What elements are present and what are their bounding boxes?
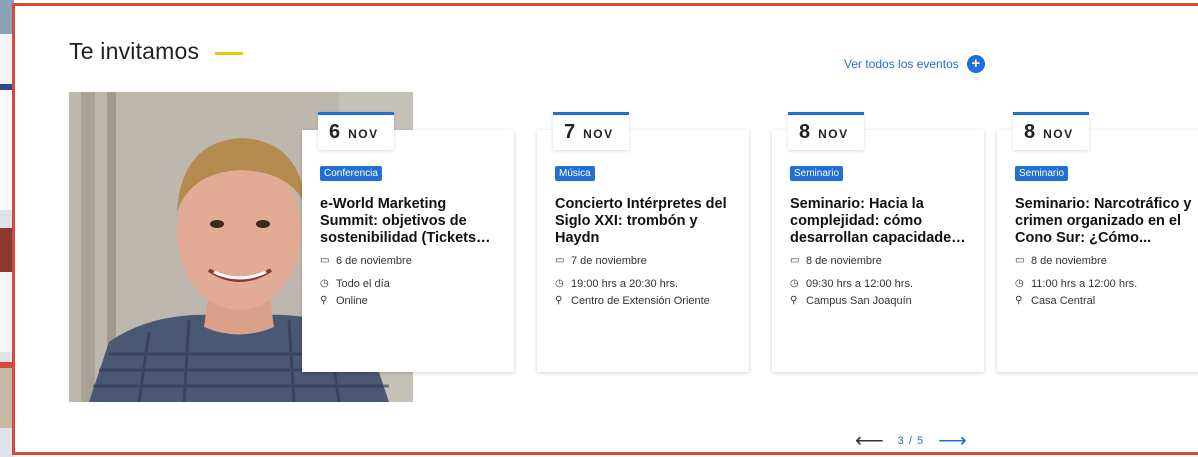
event-place-row: ⚲ Online <box>320 293 504 309</box>
arrow-left-icon[interactable]: ⟵ <box>855 431 884 451</box>
event-date-row: ▭ 7 de noviembre <box>555 253 739 269</box>
event-day: 8 <box>1024 121 1036 143</box>
event-place-row: ⚲ Centro de Extensión Oriente <box>555 293 739 309</box>
clock-icon: ◷ <box>320 278 329 289</box>
event-title[interactable]: Concierto Intérpretes del Siglo XXI: tro… <box>555 196 739 247</box>
location-pin-icon: ⚲ <box>555 295 563 306</box>
events-section: Te invitamos Ver todos los eventos + 6 N… <box>12 3 1198 455</box>
location-pin-icon: ⚲ <box>790 295 798 306</box>
event-card[interactable]: 6 NOV Conferencia e-World Marketing Summ… <box>302 112 514 372</box>
event-place-text: Campus San Joaquín <box>806 295 912 307</box>
calendar-icon: ▭ <box>320 255 330 266</box>
event-card[interactable]: 8 NOV Seminario Seminario: Narcotráfico … <box>997 112 1198 372</box>
event-date-row: ▭ 8 de noviembre <box>1015 253 1198 269</box>
event-place-row: ⚲ Campus San Joaquín <box>790 293 974 309</box>
event-card[interactable]: 7 NOV Música Concierto Intérpretes del S… <box>537 112 749 372</box>
event-place-text: Online <box>336 295 368 307</box>
event-place-row: ⚲ Casa Central <box>1015 293 1198 309</box>
event-time-row: ◷ 19:00 hrs a 20:30 hrs. <box>555 276 739 292</box>
event-category-tag[interactable]: Seminario <box>790 166 844 181</box>
event-day: 6 <box>329 121 341 143</box>
event-time-row: ◷ 09:30 hrs a 12:00 hrs. <box>790 276 974 292</box>
carousel-pager: ⟵ 3 / 5 ⟶ <box>855 431 967 451</box>
event-month: NOV <box>583 127 614 141</box>
clock-icon: ◷ <box>790 278 799 289</box>
event-time-row: ◷ 11:00 hrs a 12:00 hrs. <box>1015 276 1198 292</box>
plus-circle-icon[interactable]: + <box>966 55 985 73</box>
see-all-events-label: Ver todos los eventos <box>844 57 959 71</box>
calendar-icon: ▭ <box>1015 255 1025 266</box>
event-date-row: ▭ 8 de noviembre <box>790 253 974 269</box>
location-pin-icon: ⚲ <box>320 295 328 306</box>
event-month: NOV <box>818 127 849 141</box>
event-title[interactable]: e-World Marketing Summit: objetivos de s… <box>320 196 504 247</box>
event-month: NOV <box>1043 127 1074 141</box>
arrow-right-icon[interactable]: ⟶ <box>938 431 967 451</box>
event-title[interactable]: Seminario: Narcotráfico y crimen organiz… <box>1015 196 1198 247</box>
event-time-text: 09:30 hrs a 12:00 hrs. <box>806 278 914 290</box>
event-month: NOV <box>348 127 379 141</box>
event-date-text: 8 de noviembre <box>806 255 882 267</box>
event-time-text: 19:00 hrs a 20:30 hrs. <box>571 278 679 290</box>
event-card[interactable]: 8 NOV Seminario Seminario: Hacia la comp… <box>772 112 984 372</box>
clock-icon: ◷ <box>555 278 564 289</box>
calendar-icon: ▭ <box>555 255 565 266</box>
event-date-text: 6 de noviembre <box>336 255 412 267</box>
event-day: 7 <box>564 121 576 143</box>
event-date-badge: 8 NOV <box>1013 112 1089 150</box>
event-title[interactable]: Seminario: Hacia la complejidad: cómo de… <box>790 196 974 247</box>
title-accent-line <box>215 51 244 55</box>
event-date-badge: 7 NOV <box>553 112 629 150</box>
event-place-text: Casa Central <box>1031 295 1096 307</box>
event-day: 8 <box>799 121 811 143</box>
calendar-icon: ▭ <box>790 255 800 266</box>
event-date-text: 8 de noviembre <box>1031 255 1107 267</box>
event-place-text: Centro de Extensión Oriente <box>571 295 710 307</box>
event-date-badge: 6 NOV <box>318 112 394 150</box>
event-time-text: Todo el día <box>336 278 390 290</box>
event-category-tag[interactable]: Música <box>555 166 595 181</box>
location-pin-icon: ⚲ <box>1015 295 1023 306</box>
event-time-text: 11:00 hrs a 12:00 hrs. <box>1031 278 1138 290</box>
event-time-row: ◷ Todo el día <box>320 276 504 292</box>
event-date-text: 7 de noviembre <box>571 255 647 267</box>
section-header: Te invitamos <box>69 38 244 65</box>
section-title: Te invitamos <box>69 38 200 64</box>
event-category-tag[interactable]: Seminario <box>1015 166 1069 181</box>
clock-icon: ◷ <box>1015 278 1024 289</box>
event-date-badge: 8 NOV <box>788 112 864 150</box>
event-category-tag[interactable]: Conferencia <box>320 166 382 181</box>
pager-indicator: 3 / 5 <box>897 435 925 447</box>
event-date-row: ▭ 6 de noviembre <box>320 253 504 269</box>
see-all-events-link[interactable]: Ver todos los eventos + <box>844 55 985 73</box>
